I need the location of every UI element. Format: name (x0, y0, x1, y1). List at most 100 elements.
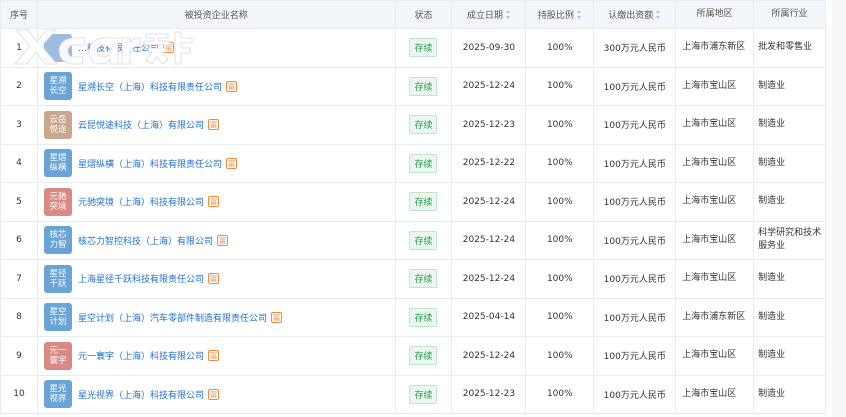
date-cell: 2025-12-24 (452, 221, 527, 260)
relation-icon[interactable]: 冨 (216, 234, 228, 246)
company-logo: 云岳悦途 (43, 110, 72, 139)
region-cell: 上海市宝山区 (676, 221, 755, 260)
relation-icon[interactable]: 冨 (207, 273, 219, 285)
table-row[interactable]: 9 元一寰宇 元一寰宇（上海）科技有限公司 冨 存续 2025-12-24 10… (1, 337, 827, 376)
date-cell: 2025-12-23 (452, 106, 527, 145)
relation-icon[interactable]: 冨 (207, 388, 219, 400)
region-cell: 上海市宝山区 (676, 337, 755, 376)
row-index: 4 (1, 144, 38, 183)
company-logo: 核芯力智 (43, 226, 72, 255)
share-cell: 100% (526, 29, 595, 68)
company-link[interactable]: 星空计划（上海）汽车零部件制造有限责任公司 (78, 311, 267, 324)
header-capital-sort[interactable]: 认缴出资额 (594, 1, 677, 29)
relation-icon[interactable]: 冨 (270, 311, 282, 323)
header-name: 被投资企业名称 (37, 1, 396, 29)
capital-cell: 100万元人民币 (594, 260, 677, 299)
company-logo (43, 33, 72, 62)
header-status: 状态 (395, 1, 453, 29)
relation-icon[interactable]: 冨 (162, 42, 174, 54)
table-row[interactable]: 1 …科技有限责任公司 冨 存续 2025-09-30 100% 300万元人民… (1, 29, 827, 68)
date-cell: 2025-12-24 (452, 67, 527, 106)
relation-icon[interactable]: 冨 (207, 119, 219, 131)
status-badge: 存续 (409, 115, 438, 135)
header-index: 序号 (1, 1, 38, 29)
company-cell: 核芯力智 核芯力智控科技（上海）有限公司 冨 (37, 221, 396, 260)
header-region: 所属地区 (676, 1, 755, 29)
share-cell: 100% (526, 183, 595, 222)
date-cell: 2025-12-24 (452, 260, 527, 299)
company-logo: 星溯长空 (43, 72, 72, 101)
company-link[interactable]: 上海星径千跃科技有限责任公司 (78, 272, 204, 285)
region-cell: 上海市宝山区 (676, 375, 755, 414)
header-industry: 所属行业 (754, 1, 826, 29)
date-cell: 2025-09-30 (452, 29, 527, 68)
status-badge: 存续 (409, 153, 438, 173)
company-link[interactable]: 元一寰宇（上海）科技有限公司 (78, 349, 204, 362)
relation-icon[interactable]: 冨 (225, 157, 237, 169)
table-row[interactable]: 2 星溯长空 星溯长空（上海）科技有限责任公司 冨 存续 2025-12-24 … (1, 67, 827, 106)
company-logo: 元一寰宇 (43, 341, 72, 370)
sort-icon[interactable] (656, 10, 661, 19)
table-row[interactable]: 3 云岳悦途 云昆悦途科技（上海）有限公司 冨 存续 2025-12-23 10… (1, 106, 827, 145)
capital-cell: 300万元人民币 (594, 29, 677, 68)
company-link[interactable]: 元驰突境（上海）科技有限公司 (78, 195, 204, 208)
table-row[interactable]: 8 星空计划 星空计划（上海）汽车零部件制造有限责任公司 冨 存续 2025-0… (1, 298, 827, 337)
status-badge: 存续 (409, 346, 438, 366)
scrollbar[interactable] (832, 0, 846, 417)
status-badge: 存续 (409, 230, 438, 250)
capital-cell: 100万元人民币 (594, 106, 677, 145)
status-badge: 存续 (409, 384, 438, 404)
company-link[interactable]: …科技有限责任公司 (78, 41, 159, 54)
header-share-sort[interactable]: 持股比例 (526, 1, 595, 29)
table-row[interactable]: 7 星径千跃 上海星径千跃科技有限责任公司 冨 存续 2025-12-24 10… (1, 260, 827, 299)
industry-cell: 制造业 (754, 144, 827, 183)
table-row[interactable]: 10 星光视界 星光视界（上海）科技有限公司 冨 存续 2025-12-23 1… (1, 375, 827, 414)
share-cell: 100% (526, 298, 595, 337)
row-index: 5 (1, 183, 38, 222)
sort-icon[interactable] (576, 10, 582, 19)
company-cell: 云岳悦途 云昆悦途科技（上海）有限公司 冨 (37, 106, 396, 145)
industry-cell: 制造业 (754, 260, 827, 299)
company-logo: 星熠纵横 (43, 149, 72, 178)
company-logo: 星空计划 (43, 303, 72, 332)
investment-table: 序号 被投资企业名称 状态 成立日期 持股比例 认缴出资额 所属地区 所属行业 … (0, 0, 827, 414)
industry-cell: 制造业 (754, 298, 827, 337)
company-logo: 星径千跃 (43, 264, 72, 293)
table-row[interactable]: 5 元驰突境 元驰突境（上海）科技有限公司 冨 存续 2025-12-24 10… (1, 183, 827, 222)
table-row[interactable]: 4 星熠纵横 星熠纵横（上海）科技有限责任公司 冨 存续 2025-12-22 … (1, 144, 827, 183)
row-index: 1 (1, 29, 38, 68)
industry-cell: 制造业 (754, 183, 827, 222)
relation-icon[interactable]: 冨 (207, 196, 219, 208)
header-capital-label: 认缴出资额 (608, 11, 654, 21)
share-cell: 100% (526, 260, 595, 299)
company-link[interactable]: 星溯长空（上海）科技有限责任公司 (78, 80, 222, 93)
company-link[interactable]: 云昆悦途科技（上海）有限公司 (78, 118, 204, 131)
company-link[interactable]: 星光视界（上海）科技有限公司 (78, 388, 204, 401)
region-cell: 上海市浦东新区 (676, 29, 755, 68)
date-cell: 2025-04-14 (452, 298, 527, 337)
sort-icon[interactable] (505, 10, 511, 19)
status-cell: 存续 (395, 375, 453, 414)
company-logo: 星光视界 (43, 380, 72, 409)
relation-icon[interactable]: 冨 (225, 80, 237, 92)
company-link[interactable]: 星熠纵横（上海）科技有限责任公司 (78, 157, 222, 170)
status-cell: 存续 (395, 337, 453, 376)
row-index: 8 (1, 298, 38, 337)
industry-cell: 批发和零售业 (754, 29, 827, 68)
share-cell: 100% (526, 337, 595, 376)
date-cell: 2025-12-23 (452, 375, 527, 414)
row-index: 9 (1, 337, 38, 376)
company-cell: 星径千跃 上海星径千跃科技有限责任公司 冨 (37, 260, 396, 299)
header-date-sort[interactable]: 成立日期 (452, 1, 527, 29)
company-link[interactable]: 核芯力智控科技（上海）有限公司 (78, 234, 213, 247)
row-index: 7 (1, 260, 38, 299)
table-row[interactable]: 6 核芯力智 核芯力智控科技（上海）有限公司 冨 存续 2025-12-24 1… (1, 221, 827, 260)
relation-icon[interactable]: 冨 (207, 350, 219, 362)
company-cell: 星溯长空 星溯长空（上海）科技有限责任公司 冨 (37, 67, 396, 106)
industry-cell: 制造业 (754, 106, 827, 145)
status-cell: 存续 (395, 144, 453, 183)
share-cell: 100% (526, 221, 595, 260)
company-cell: 星光视界 星光视界（上海）科技有限公司 冨 (37, 375, 396, 414)
capital-cell: 100万元人民币 (594, 144, 677, 183)
company-cell: 星熠纵横 星熠纵横（上海）科技有限责任公司 冨 (37, 144, 396, 183)
